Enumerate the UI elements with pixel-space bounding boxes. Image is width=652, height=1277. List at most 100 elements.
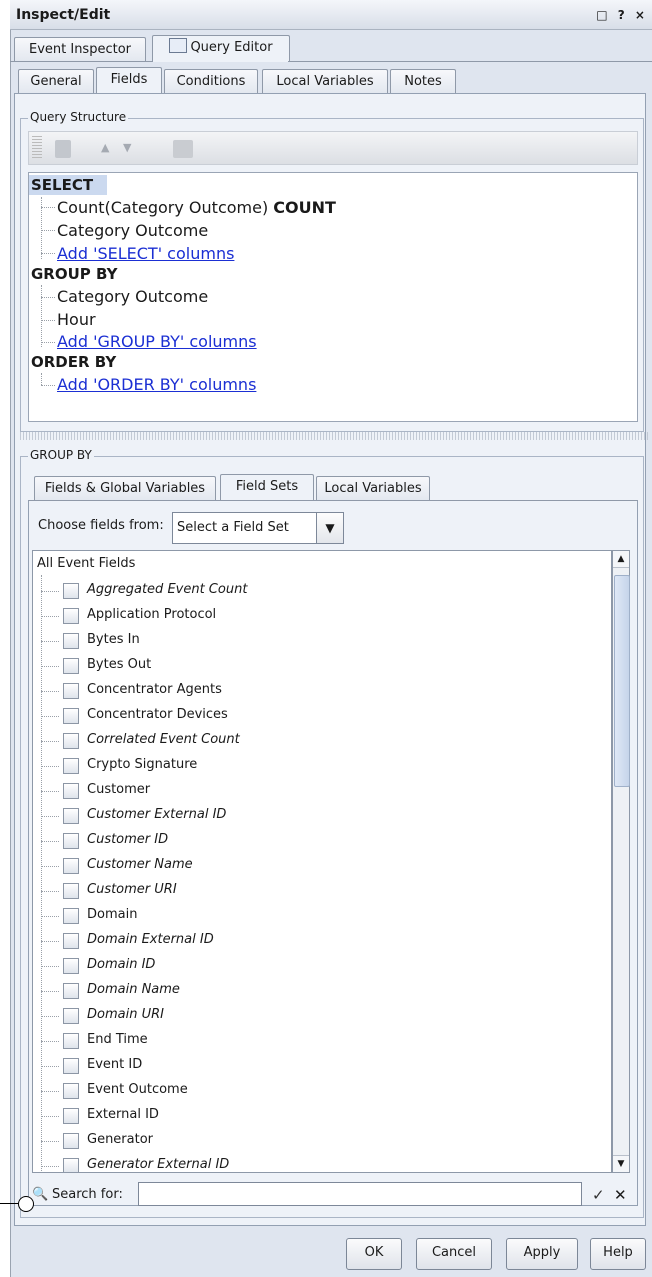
move-down-icon[interactable]: ▼ [123,141,131,154]
tab-field-sets[interactable]: Field Sets [220,474,314,501]
tab-query-editor[interactable]: Query Editor [152,35,290,62]
tab-label: Fields & Global Variables [44,481,206,496]
ok-button[interactable]: OK [346,1238,402,1270]
group-by-item[interactable]: Hour [57,310,96,329]
tab-group-local-variables[interactable]: Local Variables [316,476,430,501]
add-group-by-columns-link[interactable]: Add 'GROUP BY' columns [57,332,257,351]
title-bar: Inspect/Edit □ ? × [10,0,652,30]
alias-text: COUNT [273,198,336,217]
field-label: Customer ID [87,832,169,847]
window-title: Inspect/Edit [16,7,111,23]
field-label: Bytes Out [87,657,152,672]
tab-label: Notes [404,74,442,89]
field-label: Customer URI [87,882,177,897]
query-structure-legend: Query Structure [28,110,129,124]
tab-notes[interactable]: Notes [390,69,456,94]
tab-label: Fields [110,72,148,87]
field-checkbox[interactable] [63,608,79,624]
field-label: Aggregated Event Count [87,582,248,597]
tab-fields[interactable]: Fields [96,67,162,94]
tab-label: Conditions [176,74,246,89]
splitter-handle[interactable] [20,432,648,440]
field-checkbox[interactable] [63,633,79,649]
field-checkbox[interactable] [63,808,79,824]
tab-general[interactable]: General [18,69,94,94]
edit-icon[interactable] [55,140,71,158]
cancel-button[interactable]: Cancel [416,1238,492,1270]
select-item[interactable]: Count(Category Outcome) COUNT [57,198,336,217]
field-checkbox[interactable] [63,1083,79,1099]
select-item-text: Count(Category Outcome) [57,198,269,217]
tab-local-variables[interactable]: Local Variables [262,69,388,94]
field-set-select-value: Select a Field Set [177,520,289,535]
scroll-down-icon[interactable]: ▼ [613,1155,629,1172]
chevron-down-icon[interactable]: ▼ [316,513,343,543]
tab-event-inspector[interactable]: Event Inspector [14,37,146,62]
group-by-item[interactable]: Category Outcome [57,287,208,306]
field-checkbox[interactable] [63,783,79,799]
check-icon[interactable]: ✓ [592,1186,605,1204]
field-checkbox[interactable] [63,1008,79,1024]
field-label: Customer External ID [87,807,227,822]
window-controls[interactable]: □ ? × [596,8,648,22]
tab-conditions[interactable]: Conditions [164,69,258,94]
field-checkbox[interactable] [63,1108,79,1124]
group-by-keyword[interactable]: GROUP BY [31,265,117,283]
structure-icon[interactable] [173,140,193,158]
field-checkbox[interactable] [63,733,79,749]
field-checkbox[interactable] [63,958,79,974]
tab-fields-global-variables[interactable]: Fields & Global Variables [34,476,216,501]
field-list-scrollbar[interactable]: ▲ ▼ [612,550,630,1173]
field-checkbox[interactable] [63,933,79,949]
scroll-up-icon[interactable]: ▲ [613,551,629,568]
field-label: Concentrator Devices [87,707,228,722]
query-structure-tree: SELECT Count(Category Outcome) COUNT Cat… [28,172,638,422]
tab-label: General [30,74,82,89]
scroll-thumb[interactable] [614,575,630,787]
field-checkbox[interactable] [63,1133,79,1149]
field-label: Customer Name [87,857,193,872]
select-item[interactable]: Category Outcome [57,221,208,240]
tab-label: Local Variables [324,481,422,496]
field-checkbox[interactable] [63,908,79,924]
callout-marker [0,1194,34,1214]
field-checkbox[interactable] [63,983,79,999]
field-label: Concentrator Agents [87,682,222,697]
field-set-select[interactable]: Select a Field Set ▼ [172,512,344,544]
field-label: Event Outcome [87,1082,188,1097]
search-input[interactable] [138,1182,582,1206]
add-order-by-columns-link[interactable]: Add 'ORDER BY' columns [57,375,256,394]
query-editor-icon [169,38,188,53]
field-label: Customer [87,782,151,797]
field-checkbox[interactable] [63,1158,79,1172]
apply-button[interactable]: Apply [506,1238,578,1270]
field-checkbox[interactable] [63,858,79,874]
field-checkbox[interactable] [63,683,79,699]
field-checkbox[interactable] [63,833,79,849]
field-label: Bytes In [87,632,140,647]
select-keyword[interactable]: SELECT [31,176,93,194]
field-checkbox[interactable] [63,708,79,724]
field-label: Crypto Signature [87,757,198,772]
field-list-root[interactable]: All Event Fields [37,556,135,571]
move-up-icon[interactable]: ▲ [101,141,109,154]
tab-label: Field Sets [235,479,299,494]
choose-fields-label: Choose fields from: [38,518,164,533]
order-by-keyword[interactable]: ORDER BY [31,353,116,371]
add-select-columns-link[interactable]: Add 'SELECT' columns [57,244,234,263]
search-label: Search for: [52,1187,123,1202]
field-label: Domain External ID [87,932,214,947]
field-checkbox[interactable] [63,583,79,599]
field-checkbox[interactable] [63,758,79,774]
x-icon[interactable]: ✕ [614,1186,627,1204]
field-checkbox[interactable] [63,883,79,899]
help-button[interactable]: Help [590,1238,646,1270]
field-checkbox[interactable] [63,1033,79,1049]
field-label: Domain Name [87,982,180,997]
field-checkbox[interactable] [63,658,79,674]
field-label: Domain ID [87,957,156,972]
field-checkbox[interactable] [63,1058,79,1074]
field-label: Generator [87,1132,154,1147]
field-label: Correlated Event Count [87,732,240,747]
query-toolbar: ▲ ▼ [28,131,638,165]
